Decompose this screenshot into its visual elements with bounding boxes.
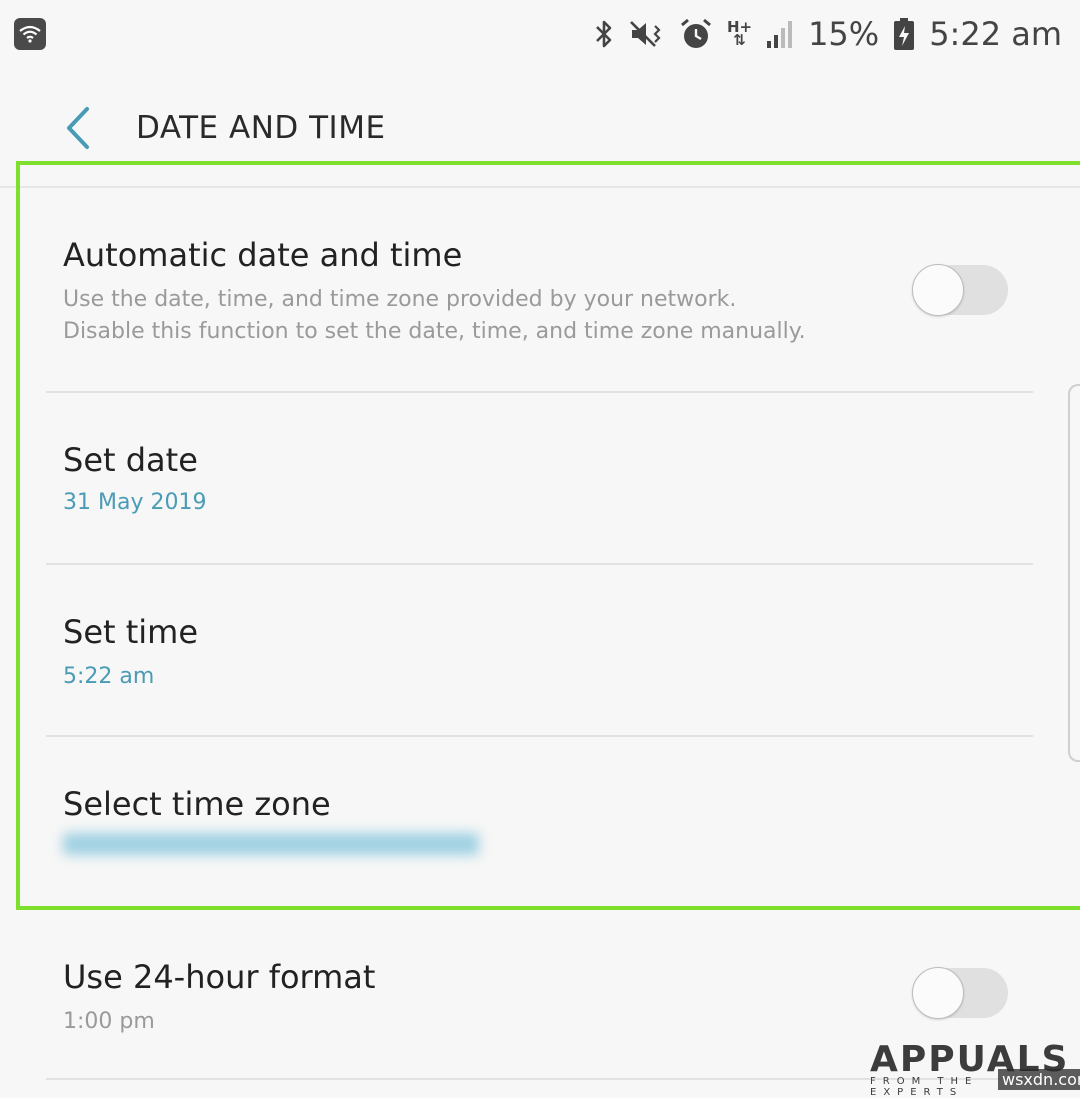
set-date-row[interactable]: Set date 31 May 2019	[0, 393, 1033, 563]
toggle-thumb	[912, 264, 964, 316]
use-24-hour-format-value: 1:00 pm	[63, 1009, 155, 1034]
wifi-icon	[14, 18, 46, 50]
automatic-date-time-desc-1: Use the date, time, and time zone provid…	[63, 287, 737, 312]
battery-percent: 15%	[808, 15, 880, 53]
status-bar: H+ ⇅ 15% 5:22 am	[0, 0, 1080, 68]
watermark-site: wsxdn.com	[998, 1069, 1080, 1090]
select-time-zone-row[interactable]: Select time zone	[0, 737, 1033, 907]
alarm-icon	[679, 17, 713, 51]
automatic-date-time-row[interactable]: Automatic date and time Use the date, ti…	[0, 196, 1033, 390]
set-date-title: Set date	[63, 441, 198, 479]
watermark: APPUALS FROM THE EXPERTS wsxdn.com	[866, 1025, 1080, 1098]
network-type-icon: H+ ⇅	[726, 18, 753, 49]
automatic-date-time-toggle[interactable]	[912, 264, 1008, 316]
scroll-indicator	[1068, 384, 1080, 762]
use-24-hour-format-toggle[interactable]	[912, 967, 1008, 1019]
toggle-thumb	[912, 967, 964, 1019]
automatic-date-time-title: Automatic date and time	[63, 236, 463, 274]
signal-icon	[766, 19, 794, 49]
battery-charging-icon	[893, 17, 915, 51]
app-bar: DATE AND TIME	[0, 80, 1080, 176]
page-title: DATE AND TIME	[136, 110, 386, 146]
use-24-hour-format-title: Use 24-hour format	[63, 958, 376, 996]
set-time-value: 5:22 am	[63, 664, 155, 689]
bluetooth-icon	[593, 18, 615, 50]
back-button[interactable]	[48, 98, 108, 158]
automatic-date-time-desc-2: Disable this function to set the date, t…	[63, 319, 806, 344]
select-time-zone-title: Select time zone	[63, 785, 331, 823]
vibrate-mute-icon	[629, 18, 665, 50]
chevron-left-icon	[67, 107, 89, 149]
time-zone-value-redacted	[63, 833, 479, 855]
set-date-value: 31 May 2019	[63, 490, 207, 515]
set-time-title: Set time	[63, 613, 199, 651]
header-divider	[0, 186, 1080, 188]
status-time: 5:22 am	[929, 15, 1062, 53]
set-time-row[interactable]: Set time 5:22 am	[0, 565, 1033, 735]
